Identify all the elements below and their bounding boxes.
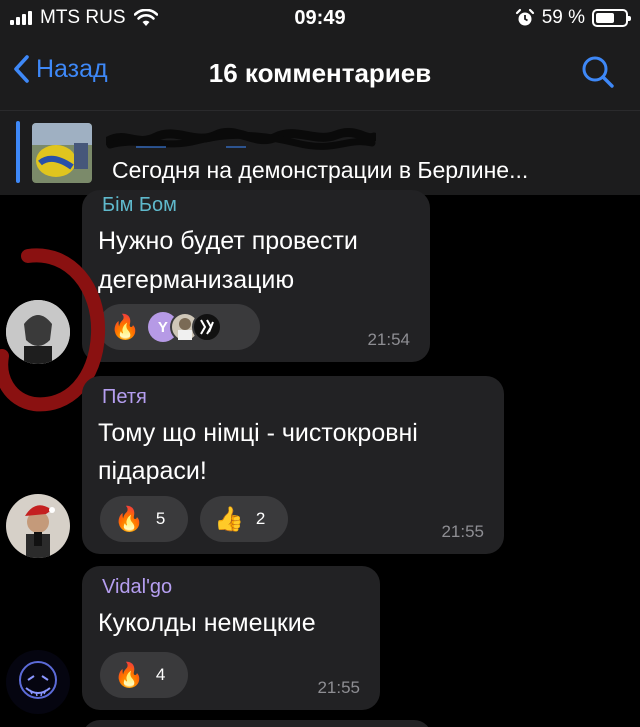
avatar[interactable] bbox=[6, 650, 70, 714]
comment-text-line: дегерманизацию bbox=[98, 266, 295, 294]
redacted-scribble bbox=[106, 127, 376, 150]
reactor-avatar-logo bbox=[191, 312, 222, 342]
comment-text-line: Нужно будет провести bbox=[98, 227, 358, 255]
thumbs-up-emoji: 👍 bbox=[214, 505, 244, 533]
reaction-count: 2 bbox=[255, 509, 266, 528]
comment-text-line: Куколды немецкие bbox=[98, 609, 316, 637]
reaction-fire[interactable]: 🔥 4 bbox=[100, 652, 188, 698]
fire-emoji: 🔥 bbox=[114, 505, 144, 533]
alarm-icon bbox=[515, 8, 534, 26]
search-icon bbox=[582, 56, 614, 88]
battery-icon bbox=[592, 9, 631, 27]
source-post-preview[interactable]: Сегодня на демонстрации в Берлине... bbox=[0, 110, 640, 195]
post-preview-text: Сегодня на демонстрации в Берлине... bbox=[112, 157, 529, 183]
fire-emoji: 🔥 bbox=[110, 313, 140, 341]
comment-bubble[interactable]: Бім Бом Нужно будет провести дегерманиза… bbox=[82, 190, 430, 362]
post-thumbnail bbox=[32, 123, 92, 183]
search-button[interactable] bbox=[580, 54, 616, 95]
reaction-thumbs-up[interactable]: 👍 2 bbox=[200, 496, 288, 542]
comment-bubble[interactable]: Vidal'go Куколды немецкие 🔥 4 21:55 bbox=[82, 566, 380, 710]
quote-bar bbox=[16, 121, 20, 183]
reaction-fire-with-avatars[interactable]: 🔥 Y bbox=[98, 304, 260, 350]
reaction-fire[interactable]: 🔥 5 bbox=[100, 496, 188, 542]
reaction-count: 5 bbox=[155, 509, 166, 528]
reaction-count: 4 bbox=[155, 665, 166, 684]
comment-bubble[interactable]: Петя Тому що німці - чистокровні підарас… bbox=[82, 376, 504, 554]
comment-time: 21:55 bbox=[317, 678, 360, 697]
battery-percent: 59 % bbox=[541, 7, 585, 28]
page-title: 16 комментариев bbox=[208, 58, 432, 88]
nav-bar: Назад 16 комментариев bbox=[0, 36, 640, 110]
comment-time: 21:54 bbox=[367, 330, 410, 349]
comment-text-line: Тому що німці - чистокровні bbox=[98, 419, 418, 447]
comment-author[interactable]: Vidal'go bbox=[102, 576, 172, 599]
comment-text-line: підараси! bbox=[98, 457, 207, 485]
comment-author[interactable]: Петя bbox=[102, 386, 147, 409]
avatar[interactable] bbox=[6, 494, 70, 558]
status-right: 59 % bbox=[515, 7, 631, 29]
comment-author[interactable]: Бім Бом bbox=[102, 194, 177, 217]
status-bar: MTS RUS 09:49 59 % bbox=[0, 0, 640, 36]
comment-time: 21:55 bbox=[441, 522, 484, 541]
fire-emoji: 🔥 bbox=[114, 661, 144, 689]
comment-bubble-partial[interactable] bbox=[82, 720, 432, 727]
